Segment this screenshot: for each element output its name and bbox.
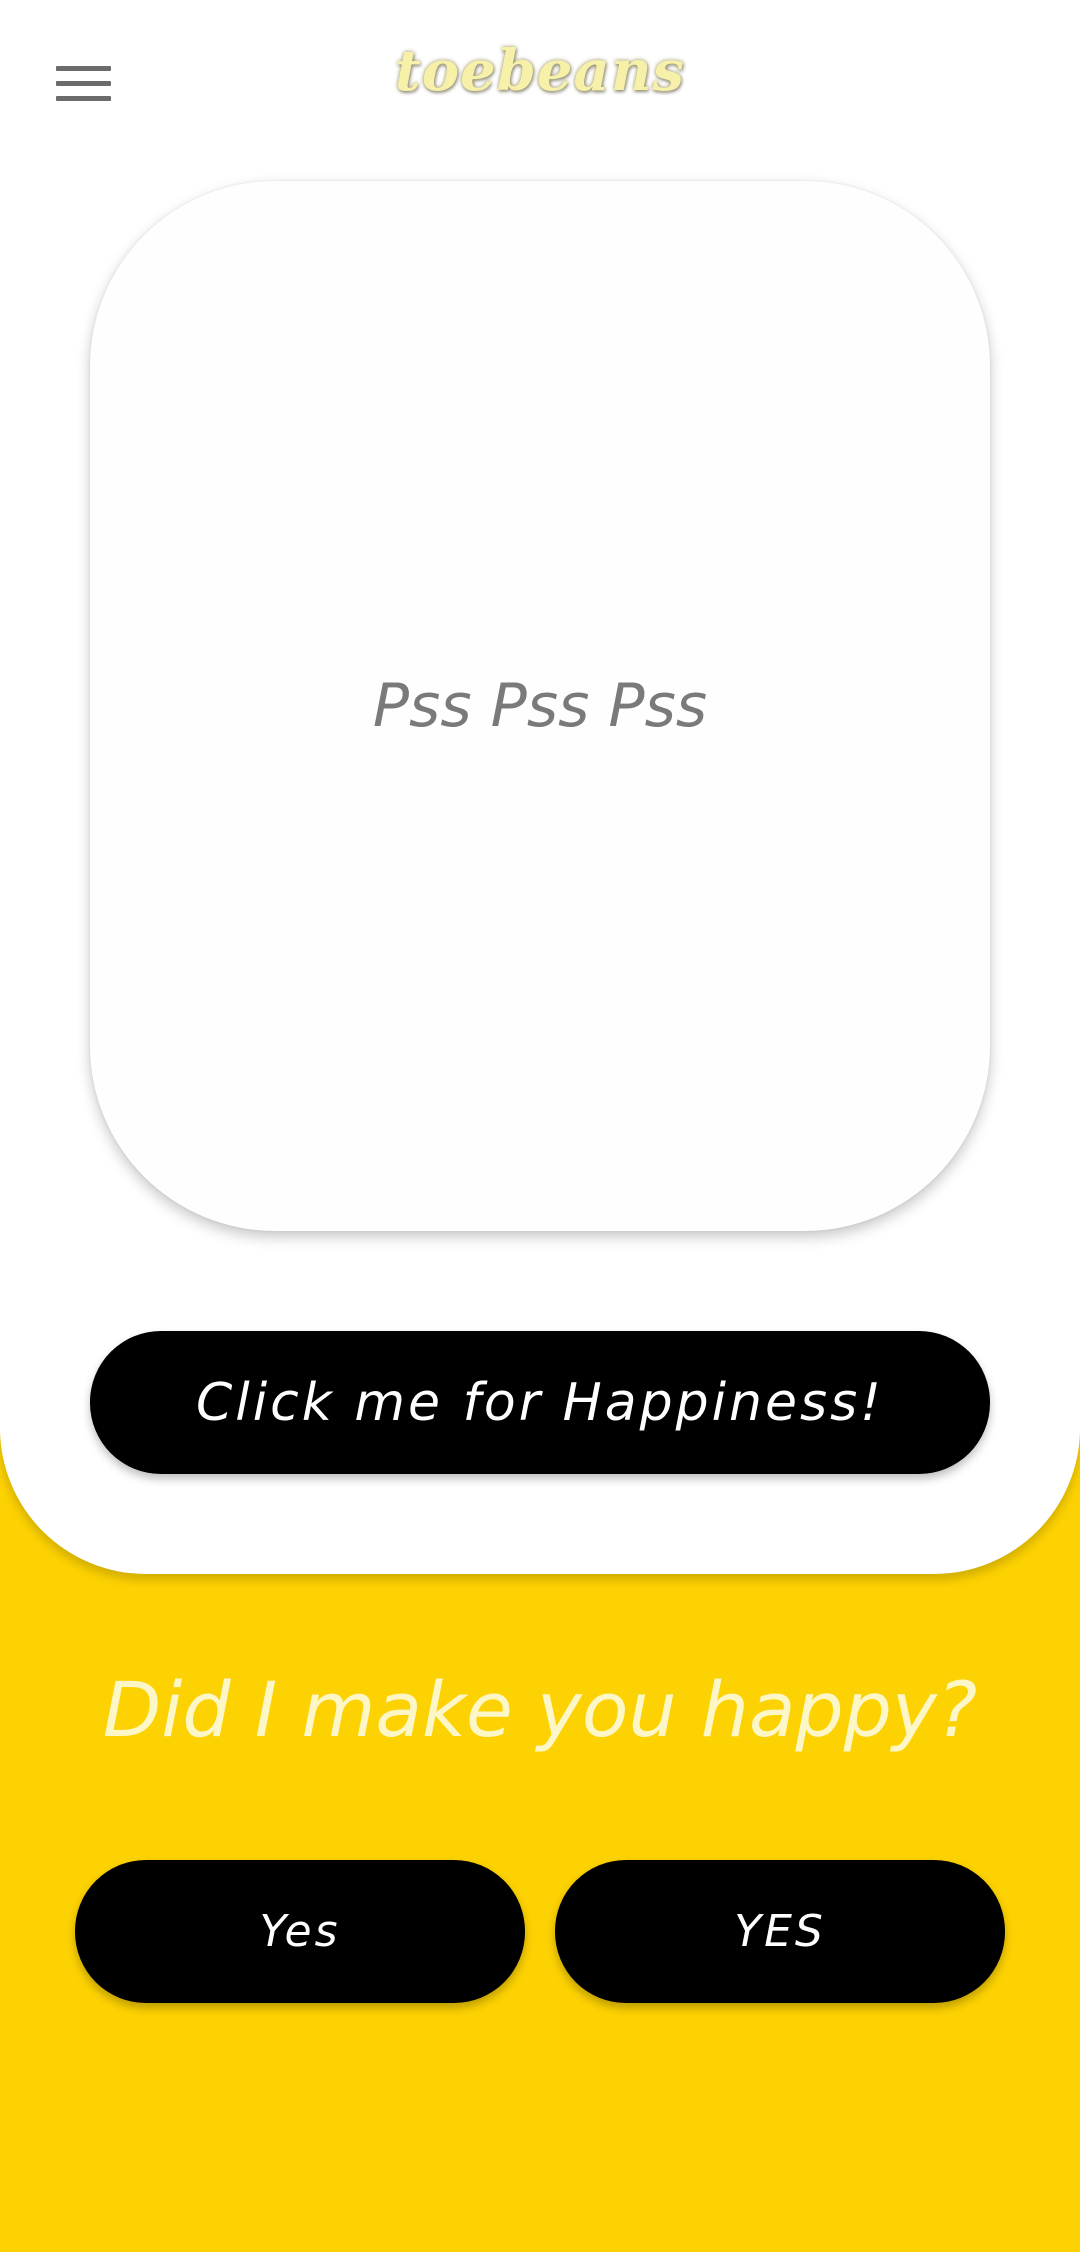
happiness-button[interactable]: Click me for Happiness! — [90, 1331, 990, 1474]
app-title: toebeans — [394, 38, 686, 104]
feedback-question: Did I make you happy? — [102, 1665, 978, 1754]
yes-caps-button[interactable]: YES — [555, 1860, 1005, 2003]
top-panel: toebeans Pss Pss Pss Click me for Happin… — [0, 0, 1080, 1574]
image-card: Pss Pss Pss — [90, 181, 990, 1231]
card-placeholder-text: Pss Pss Pss — [372, 671, 708, 741]
yes-button[interactable]: Yes — [75, 1860, 525, 2003]
